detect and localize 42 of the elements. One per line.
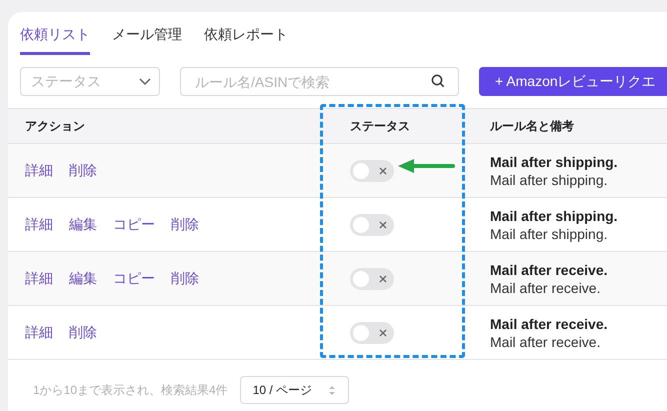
action-link[interactable]: 編集 xyxy=(69,270,97,288)
status-toggle[interactable] xyxy=(350,268,394,290)
action-link[interactable]: 詳細 xyxy=(25,324,53,342)
column-header: ステータス xyxy=(350,119,410,133)
search-field[interactable]: ルール名/ASINで検索 xyxy=(180,67,459,96)
action-link[interactable]: コピー xyxy=(113,270,155,288)
action-link[interactable]: 詳細 xyxy=(25,162,53,180)
action-link[interactable]: 編集 xyxy=(69,216,97,234)
rule-name: Mail after receive. xyxy=(490,262,609,278)
status-toggle[interactable] xyxy=(350,214,394,236)
tab[interactable]: 依頼リスト xyxy=(20,26,90,55)
rule-name: Mail after receive. xyxy=(490,316,609,332)
action-link[interactable]: 詳細 xyxy=(25,216,53,234)
arrow-icon xyxy=(396,158,456,174)
tab[interactable]: メール管理 xyxy=(112,26,182,55)
rule-note: Mail after shipping. xyxy=(490,226,609,242)
status-toggle[interactable] xyxy=(350,322,394,344)
column-header: ルール名と備考 xyxy=(490,119,574,133)
close-icon xyxy=(379,274,387,282)
action-link[interactable]: 削除 xyxy=(69,324,97,342)
status-toggle[interactable] xyxy=(350,160,394,182)
chevron-down-icon xyxy=(139,78,151,86)
rule-note: Mail after receive. xyxy=(490,280,602,296)
add-request-button[interactable]: + Amazonレビューリクエ xyxy=(479,67,667,96)
column-header: アクション xyxy=(25,119,85,133)
sort-icon xyxy=(328,384,336,396)
action-link[interactable]: 削除 xyxy=(69,162,97,180)
search-icon xyxy=(431,74,445,88)
rule-name: Mail after shipping. xyxy=(490,154,619,170)
result-summary: 1から10まで表示され、検索結果4件 xyxy=(33,382,228,398)
rule-note: Mail after shipping. xyxy=(490,172,609,188)
action-link[interactable]: 削除 xyxy=(171,270,199,288)
close-icon xyxy=(379,166,387,174)
close-icon xyxy=(379,328,387,336)
page-size-select[interactable]: 10 / ページ xyxy=(240,376,349,404)
action-link[interactable]: 削除 xyxy=(171,216,199,234)
rule-name: Mail after shipping. xyxy=(490,208,619,224)
tab[interactable]: 依頼レポート xyxy=(204,26,288,55)
rule-note: Mail after receive. xyxy=(490,334,602,350)
close-icon xyxy=(379,220,387,228)
action-link[interactable]: 詳細 xyxy=(25,270,53,288)
action-link[interactable]: コピー xyxy=(113,216,155,234)
